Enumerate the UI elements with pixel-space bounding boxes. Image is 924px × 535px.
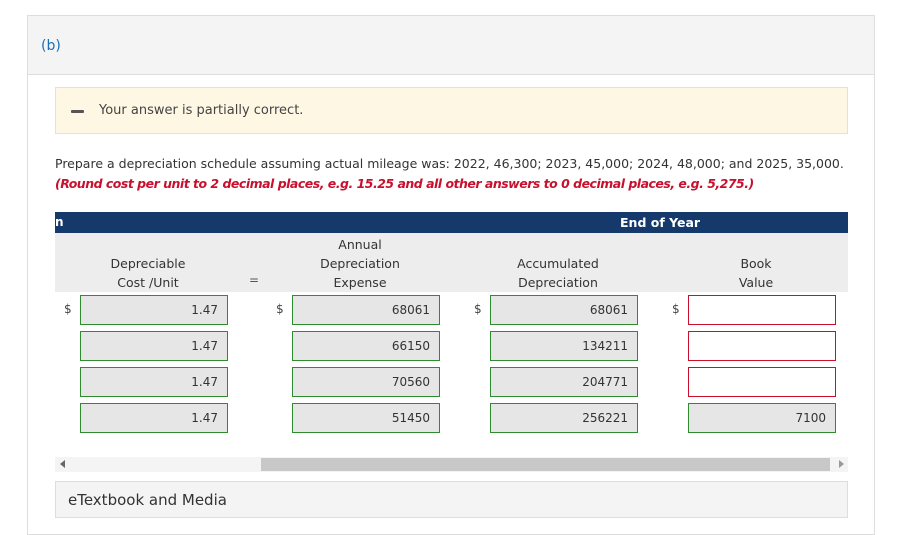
currency-symbol: $: [474, 302, 482, 316]
etextbook-media-panel[interactable]: eTextbook and Media: [55, 481, 848, 518]
horizontal-scrollbar[interactable]: [55, 457, 848, 472]
book-value-input-row-3[interactable]: [688, 367, 836, 397]
panel-header: (b): [28, 16, 874, 75]
accumulated-input-row-2[interactable]: 134211: [490, 331, 638, 361]
accumulated-input-row-4[interactable]: 256221: [490, 403, 638, 433]
annual-expense-input-row-4[interactable]: 51450: [292, 403, 440, 433]
annual-expense-input-row-3[interactable]: 70560: [292, 367, 440, 397]
book-value-input-row-2[interactable]: [688, 331, 836, 361]
question-text: Prepare a depreciation schedule assuming…: [55, 156, 844, 171]
accumulated-input-row-3[interactable]: 204771: [490, 367, 638, 397]
header-annual-depreciation-expense: Annual Depreciation Expense: [320, 237, 400, 290]
feedback-text: Your answer is partially correct.: [99, 103, 304, 118]
book-value-input-row-4[interactable]: 7100: [688, 403, 836, 433]
cost-unit-input-row-3[interactable]: 1.47: [80, 367, 228, 397]
annual-expense-input-row-2[interactable]: 66150: [292, 331, 440, 361]
scrollbar-thumb[interactable]: [261, 458, 830, 471]
equals-sign: =: [249, 273, 260, 287]
part-label: (b): [41, 38, 61, 54]
annual-expense-input-row-1[interactable]: 68061: [292, 295, 440, 325]
minus-icon: [71, 110, 84, 113]
header-accumulated-depreciation: Accumulated Depreciation: [517, 256, 599, 290]
truncated-header-fragment: n: [55, 215, 64, 229]
etextbook-media-label[interactable]: eTextbook and Media: [68, 491, 227, 509]
header-depreciable-cost-unit: Depreciable Cost /Unit: [110, 256, 186, 290]
header-book-value: Book Value: [738, 256, 774, 290]
book-value-input-row-1[interactable]: [688, 295, 836, 325]
accumulated-input-row-1[interactable]: 68061: [490, 295, 638, 325]
feedback-alert: Your answer is partially correct.: [55, 87, 848, 134]
scroll-left-arrow-icon[interactable]: [60, 460, 65, 468]
end-of-year-header: End of Year: [620, 215, 701, 230]
cost-unit-input-row-4[interactable]: 1.47: [80, 403, 228, 433]
currency-symbol: $: [276, 302, 284, 316]
cost-unit-input-row-2[interactable]: 1.47: [80, 331, 228, 361]
table-header-bar: n End of Year: [55, 212, 848, 233]
currency-symbol: $: [64, 302, 72, 316]
scroll-right-arrow-icon[interactable]: [839, 460, 844, 468]
currency-symbol: $: [672, 302, 680, 316]
cost-unit-input-row-1[interactable]: 1.47: [80, 295, 228, 325]
rounding-instruction: (Round cost per unit to 2 decimal places…: [55, 176, 754, 191]
